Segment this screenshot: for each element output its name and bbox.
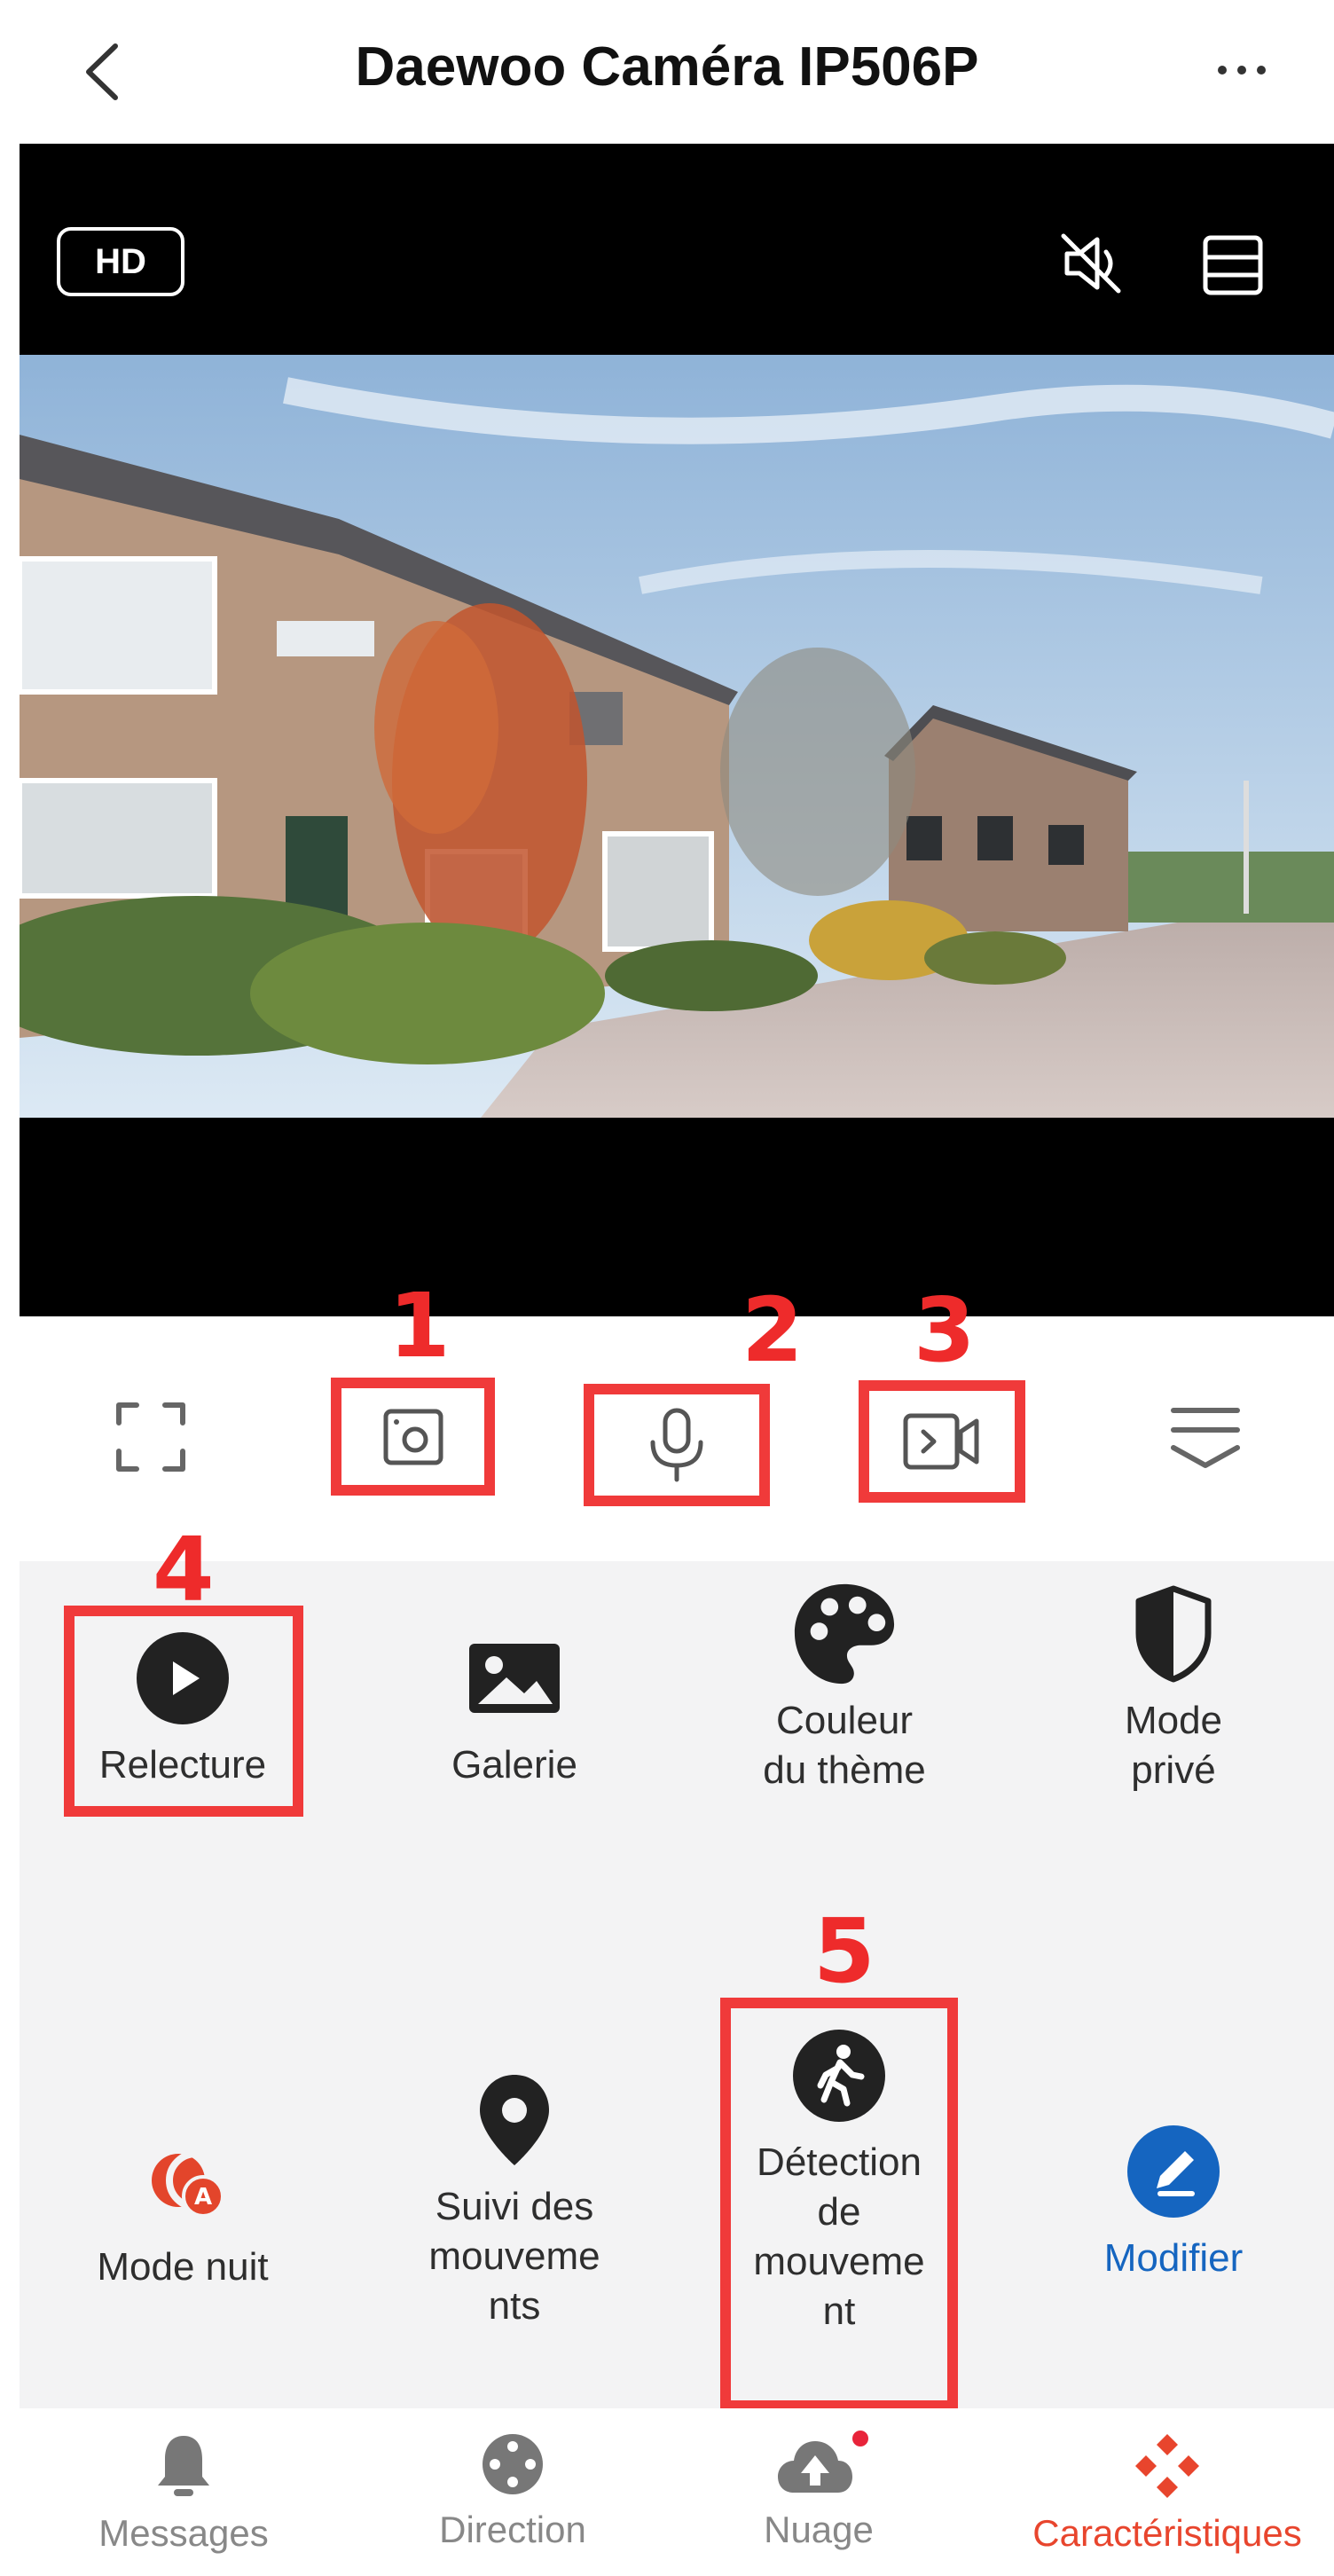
video-record-icon [903, 1413, 979, 1470]
microphone-button[interactable] [584, 1384, 770, 1506]
image-icon [469, 1644, 560, 1713]
quality-toggle-button[interactable]: HD [57, 227, 184, 296]
cloud-notification-dot [852, 2431, 868, 2446]
collapse-panel-button[interactable] [1148, 1379, 1263, 1495]
shield-icon [1135, 1585, 1212, 1683]
split-view-button[interactable] [1193, 225, 1273, 305]
bell-icon [158, 2436, 209, 2496]
features-icon [1135, 2434, 1199, 2498]
speaker-muted-icon [1061, 233, 1121, 294]
fullscreen-button[interactable] [93, 1379, 208, 1495]
snapshot-button[interactable] [331, 1378, 495, 1496]
motion-tracking-tile[interactable]: Suivi des mouveme nts [355, 2067, 674, 2331]
nav-direction[interactable]: Direction [346, 2431, 679, 2551]
microphone-icon [650, 1408, 703, 1482]
camera-snapshot-icon [383, 1409, 443, 1465]
edit-label: Modifier [1103, 2236, 1244, 2280]
nav-cloud[interactable]: Nuage [652, 2431, 985, 2551]
theme-color-tile[interactable]: Couleur du thème [685, 1581, 1004, 1795]
annotation-3: 3 [914, 1278, 976, 1382]
page-title: Daewoo Caméra IP506P [355, 36, 979, 98]
annotation-4: 4 [153, 1518, 215, 1622]
cloud-upload-icon [778, 2441, 852, 2493]
nav-cloud-label: Nuage [764, 2509, 874, 2550]
nav-messages-label: Messages [98, 2512, 269, 2554]
gallery-tile[interactable]: Galerie [355, 1625, 674, 1790]
gallery-label: Galerie [451, 1743, 577, 1787]
collapse-panel-icon [1171, 1408, 1240, 1468]
pencil-icon [1127, 2125, 1220, 2218]
walking-person-icon [793, 2030, 885, 2122]
privacy-mode-tile[interactable]: Mode privé [1014, 1581, 1333, 1795]
svg-text:A: A [194, 2184, 212, 2211]
motion-detection-label: Détection de mouveme nt [753, 2140, 925, 2333]
location-pin-icon [480, 2075, 549, 2165]
motion-detection-tile[interactable]: Détection de mouveme nt [679, 2022, 999, 2336]
nav-features[interactable]: Caractéristiques [1001, 2431, 1334, 2555]
night-mode-label: Mode nuit [97, 2245, 269, 2289]
fullscreen-icon [116, 1402, 185, 1472]
nav-messages[interactable]: Messages [17, 2431, 350, 2555]
edit-tile[interactable]: Modifier [1014, 2118, 1333, 2283]
privacy-mode-label: Mode privé [1124, 1699, 1223, 1792]
more-horizontal-icon [1218, 66, 1227, 75]
palette-icon [794, 1583, 895, 1685]
annotation-5: 5 [813, 1899, 875, 2003]
night-mode-tile[interactable]: A Mode nuit [23, 2127, 342, 2292]
nav-direction-label: Direction [439, 2509, 586, 2550]
theme-color-label: Couleur du thème [763, 1699, 926, 1792]
split-view-icon [1203, 235, 1263, 295]
more-options-button[interactable] [1189, 39, 1295, 101]
mute-button[interactable] [1051, 224, 1131, 303]
motion-tracking-label: Suivi des mouveme nts [428, 2185, 600, 2328]
play-circle-icon [137, 1632, 229, 1724]
night-mode-icon: A [152, 2145, 224, 2218]
camera-feed-image [20, 355, 1334, 1118]
nav-features-label: Caractéristiques [1032, 2512, 1302, 2554]
record-video-button[interactable] [859, 1380, 1025, 1503]
annotation-1: 1 [388, 1274, 451, 1378]
playback-tile[interactable]: Relecture [23, 1625, 342, 1790]
annotation-2: 2 [742, 1278, 804, 1382]
playback-label: Relecture [98, 1743, 267, 1787]
joystick-icon [483, 2434, 543, 2494]
